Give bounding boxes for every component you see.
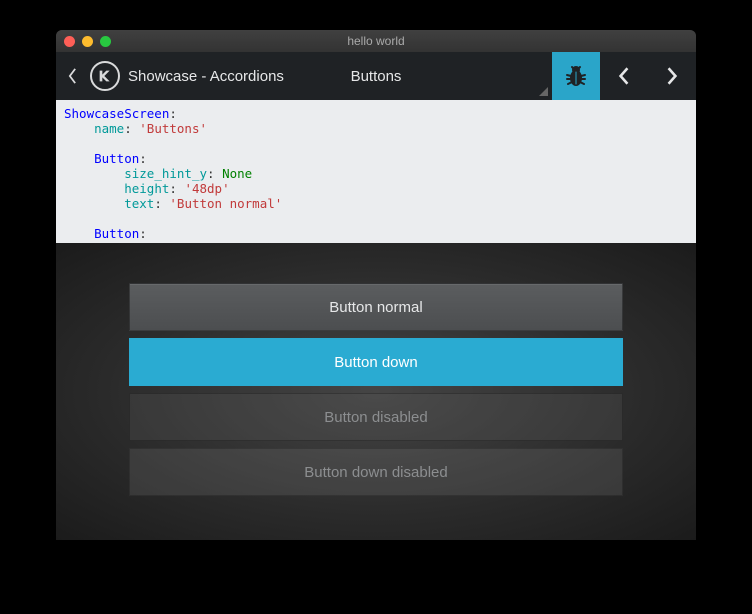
button-label: Button down disabled	[304, 464, 447, 481]
button-normal[interactable]: Button normal	[129, 283, 623, 331]
bug-icon	[564, 64, 588, 88]
debug-button[interactable]	[552, 52, 600, 100]
chevron-right-icon	[666, 66, 678, 86]
chevron-left-icon	[68, 68, 77, 84]
button-label: Button down	[334, 354, 417, 371]
code-property: name	[94, 121, 124, 136]
kivy-icon	[97, 68, 113, 84]
toolbar-right	[538, 52, 696, 100]
toolbar-title: Showcase - Accordions	[128, 68, 284, 85]
titlebar: hello world	[56, 30, 696, 52]
code-value: None	[222, 166, 252, 181]
code-property: size_hint_y	[124, 166, 207, 181]
demo-area: Button normal Button down Button disable…	[56, 243, 696, 540]
spinner-dropdown[interactable]	[538, 52, 552, 100]
toolbar: Showcase - Accordions Buttons	[56, 52, 696, 100]
next-button[interactable]	[648, 52, 696, 100]
kivy-logo	[90, 61, 120, 91]
button-down[interactable]: Button down	[129, 338, 623, 386]
code-string: 'Button normal'	[169, 196, 282, 211]
button-down-disabled: Button down disabled	[129, 448, 623, 496]
code-string: '48dp'	[184, 181, 229, 196]
back-button[interactable]	[62, 52, 82, 100]
source-code-pane[interactable]: ShowcaseScreen: name: 'Buttons' Button: …	[56, 100, 696, 243]
button-label: Button normal	[329, 299, 422, 316]
window-title: hello world	[56, 34, 696, 48]
code-keyword: Button	[94, 151, 139, 166]
code-string: 'Buttons'	[139, 121, 207, 136]
code-keyword: Button	[94, 226, 139, 241]
code-property: height	[124, 181, 169, 196]
toolbar-left: Showcase - Accordions	[56, 52, 284, 100]
button-disabled: Button disabled	[129, 393, 623, 441]
app-window: hello world Showcase - Accordions Button…	[56, 30, 696, 540]
triangle-icon	[539, 87, 548, 96]
button-label: Button disabled	[324, 409, 427, 426]
prev-button[interactable]	[600, 52, 648, 100]
code-keyword: ShowcaseScreen	[64, 106, 169, 121]
code-property: text	[124, 196, 154, 211]
chevron-left-icon	[618, 66, 630, 86]
